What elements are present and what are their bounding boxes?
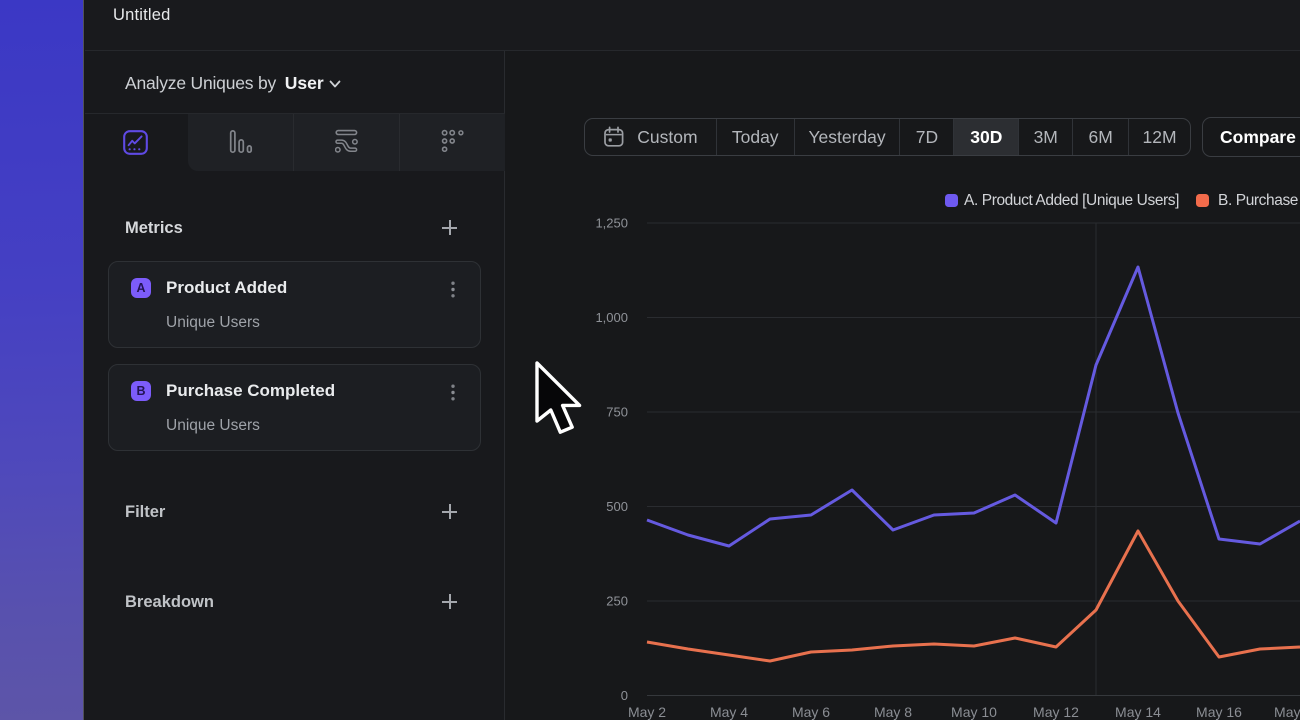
svg-text:750: 750 [606,405,628,420]
svg-text:250: 250 [606,594,628,609]
svg-text:May 16: May 16 [1196,704,1242,720]
svg-text:500: 500 [606,499,628,514]
svg-text:May 4: May 4 [710,704,748,720]
svg-text:0: 0 [621,688,628,703]
svg-text:May 14: May 14 [1115,704,1161,720]
svg-text:May 12: May 12 [1033,704,1079,720]
svg-text:May 10: May 10 [951,704,997,720]
svg-text:May 18: May 18 [1274,704,1300,720]
svg-text:1,250: 1,250 [595,216,628,231]
svg-text:May 2: May 2 [628,704,666,720]
svg-text:May 8: May 8 [874,704,912,720]
svg-text:May 6: May 6 [792,704,830,720]
svg-text:1,000: 1,000 [595,310,628,325]
